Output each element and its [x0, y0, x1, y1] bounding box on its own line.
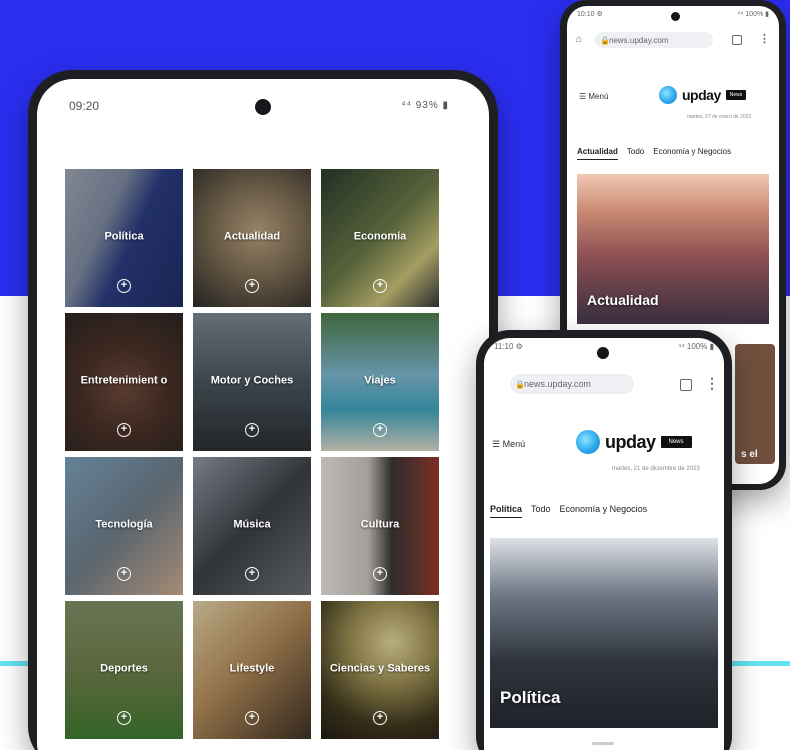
category-label: Cultura — [360, 518, 400, 531]
tabs-icon[interactable] — [732, 35, 742, 45]
upday-logo-icon — [576, 430, 600, 454]
tab-economia[interactable]: Economía y Negocios — [560, 504, 648, 518]
category-tile-economia[interactable]: Economía + — [321, 169, 439, 307]
hero-photo[interactable]: Actualidad — [577, 174, 769, 324]
front-camera-icon — [255, 99, 271, 115]
tab-actualidad[interactable]: Actualidad — [577, 147, 618, 160]
plus-circle-icon[interactable]: + — [245, 423, 259, 437]
status-time: 10:10 ⚙ — [577, 11, 603, 18]
category-label: Tecnología — [95, 518, 153, 531]
front-camera-icon — [671, 12, 680, 21]
front-camera-icon — [597, 347, 609, 359]
logo-text: upday — [605, 431, 656, 452]
tab-economia[interactable]: Economía y Negocios — [653, 147, 731, 160]
plus-circle-icon[interactable]: + — [373, 711, 387, 725]
plus-circle-icon[interactable]: + — [117, 567, 131, 581]
url-text: news.upday.com — [524, 379, 591, 389]
hero-title: Política — [500, 688, 561, 707]
category-tabs: Política Todo Economía y Negocios — [490, 504, 656, 518]
url-bar[interactable]: 🔒 news.upday.com — [595, 32, 713, 48]
plus-circle-icon[interactable]: + — [117, 279, 131, 293]
main-phone-screen: 09:20 ⁴⁴ 93% ▮ Política + Actualidad + E… — [37, 79, 489, 750]
category-label: Entretenimient o — [80, 374, 168, 387]
home-icon[interactable]: ⌂ — [576, 34, 582, 45]
plus-circle-icon[interactable]: + — [245, 711, 259, 725]
tab-todo[interactable]: Todo — [627, 147, 644, 160]
category-tile-politica[interactable]: Política + — [65, 169, 183, 307]
tab-politica[interactable]: Política — [490, 504, 523, 518]
plus-circle-icon[interactable]: + — [117, 423, 131, 437]
hero-title: Actualidad — [587, 292, 659, 308]
url-bar[interactable]: 🔒 news.upday.com — [510, 374, 634, 394]
category-label: Motor y Coches — [210, 374, 294, 387]
plus-circle-icon[interactable]: + — [117, 711, 131, 725]
category-label: Lifestyle — [229, 662, 275, 675]
category-label: Actualidad — [223, 230, 281, 243]
category-label: Viajes — [364, 374, 396, 387]
bottom-right-phone: 11:10 ⚙ ⁴⁴ 100% ▮ 🔒 news.upday.com ⋮ ☰ M… — [476, 330, 732, 750]
lock-icon: 🔒 — [515, 379, 525, 389]
category-label: Deportes — [100, 662, 148, 675]
tab-todo[interactable]: Todo — [531, 504, 551, 518]
category-tile-musica[interactable]: Música + — [193, 457, 311, 595]
news-pill: News — [660, 436, 692, 448]
category-label: Ciencias y Saberes — [329, 662, 431, 675]
plus-circle-icon[interactable]: + — [245, 567, 259, 581]
plus-circle-icon[interactable]: + — [245, 279, 259, 293]
plus-circle-icon[interactable]: + — [373, 279, 387, 293]
status-indicators: ⁴⁴ 100% ▮ — [737, 11, 769, 18]
upday-logo[interactable]: upday News — [576, 430, 692, 454]
hero-photo[interactable]: Política — [490, 538, 718, 728]
date-line: martes, 21 de diciembre de 2023 — [612, 466, 700, 472]
category-tile-actualidad[interactable]: Actualidad + — [193, 169, 311, 307]
menu-link[interactable]: ☰ Menú — [579, 92, 608, 101]
kebab-menu-icon[interactable]: ⋮ — [759, 32, 770, 45]
category-tile-motor[interactable]: Motor y Coches + — [193, 313, 311, 451]
status-indicators: ⁴⁴ 100% ▮ — [677, 342, 714, 351]
category-tile-deportes[interactable]: Deportes + — [65, 601, 183, 739]
news-pill: News — [725, 90, 747, 100]
lock-icon: 🔒 — [600, 35, 610, 45]
logo-text: upday — [682, 87, 721, 103]
tabs-icon[interactable] — [680, 379, 692, 391]
menu-link[interactable]: ☰ Menú — [492, 439, 525, 450]
category-tile-ciencias[interactable]: Ciencias y Saberes + — [321, 601, 439, 739]
status-indicators: ⁴⁴ 93% ▮ — [401, 100, 449, 111]
category-tile-entretenimiento[interactable]: Entretenimient o + — [65, 313, 183, 451]
category-label: Música — [233, 518, 271, 531]
next-article-text: s el — [741, 449, 758, 460]
category-label: Economía — [353, 230, 407, 243]
category-tile-tecnologia[interactable]: Tecnología + — [65, 457, 183, 595]
category-label: Política — [104, 230, 144, 243]
bottom-right-phone-screen: 11:10 ⚙ ⁴⁴ 100% ▮ 🔒 news.upday.com ⋮ ☰ M… — [484, 338, 724, 750]
sheet-handle[interactable] — [592, 742, 614, 745]
kebab-menu-icon[interactable]: ⋮ — [705, 375, 719, 392]
category-tile-cultura[interactable]: Cultura + — [321, 457, 439, 595]
next-article-card[interactable]: s el — [735, 344, 775, 464]
category-tile-lifestyle[interactable]: Lifestyle + — [193, 601, 311, 739]
plus-circle-icon[interactable]: + — [373, 423, 387, 437]
status-time: 11:10 ⚙ — [494, 342, 523, 351]
upday-logo[interactable]: upday News — [659, 86, 747, 104]
main-phone: 09:20 ⁴⁴ 93% ▮ Política + Actualidad + E… — [28, 70, 498, 750]
upday-logo-icon — [659, 86, 677, 104]
category-grid: Política + Actualidad + Economía + Entre… — [65, 169, 439, 739]
status-time: 09:20 — [69, 99, 100, 113]
category-tile-viajes[interactable]: Viajes + — [321, 313, 439, 451]
url-text: news.upday.com — [609, 35, 669, 45]
category-tabs: Actualidad Todo Economía y Negocios — [577, 147, 740, 160]
date-line: martes, 27 de enero de 2023 — [687, 114, 752, 120]
plus-circle-icon[interactable]: + — [373, 567, 387, 581]
